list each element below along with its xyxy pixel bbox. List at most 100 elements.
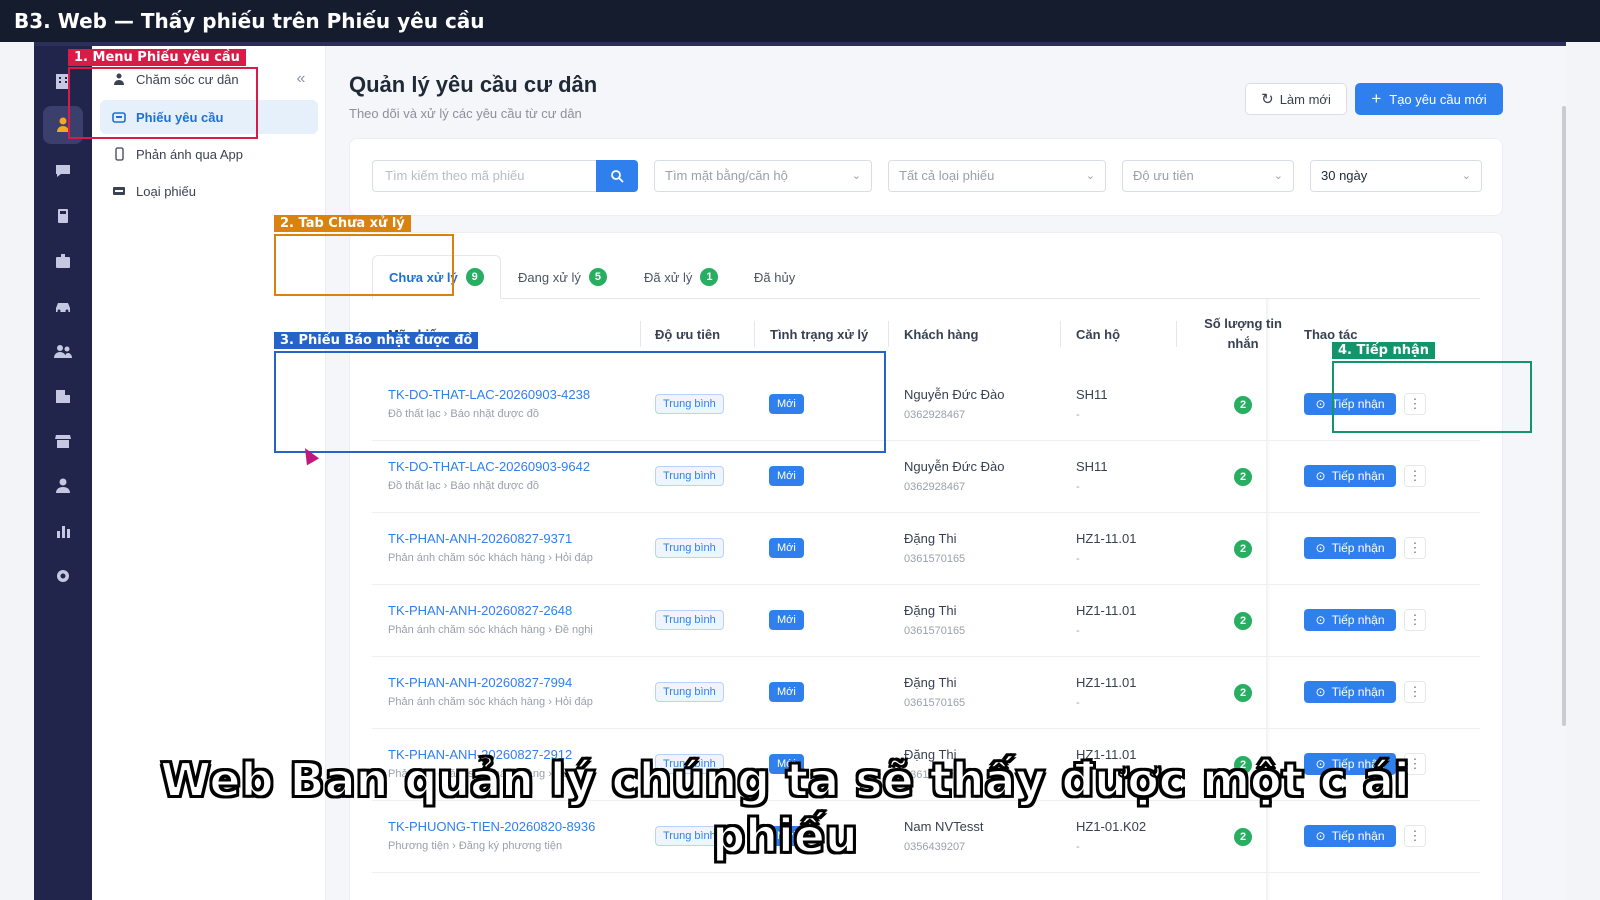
refresh-icon: ↻ — [1261, 91, 1274, 108]
customer-phone: 0361570165 — [904, 697, 966, 709]
submenu-item-label: Phản ánh qua App — [136, 146, 243, 162]
apartment-sub: - — [1076, 697, 1080, 709]
create-request-button[interactable]: + Tạo yêu cầu mới — [1355, 83, 1503, 115]
customer-name: Đặng Thi — [904, 675, 957, 690]
table-row[interactable]: TK-PHAN-ANH-20260827-9371 Phản ánh chăm … — [372, 513, 1480, 585]
refresh-button[interactable]: ↻ Làm mới — [1245, 83, 1347, 115]
chat-icon[interactable] — [43, 152, 83, 190]
chart-icon[interactable] — [43, 512, 83, 550]
users-icon[interactable] — [43, 332, 83, 370]
customer-name: Đặng Thi — [904, 603, 957, 618]
customer-name: Nguyễn Đức Đào — [904, 459, 1005, 474]
search-icon — [611, 170, 624, 183]
annotation-box-accept — [1332, 361, 1532, 433]
car-icon[interactable] — [43, 287, 83, 325]
phone-icon — [112, 147, 126, 161]
create-request-label: Tạo yêu cầu mới — [1389, 91, 1487, 107]
property-icon[interactable] — [43, 377, 83, 415]
more-options-icon[interactable]: ⋮ — [1404, 537, 1426, 559]
briefcase-icon[interactable] — [43, 242, 83, 280]
accept-button[interactable]: ⊙ Tiếp nhận — [1304, 537, 1396, 559]
ticket-type-select[interactable]: Tất cả loại phiếu ⌄ — [888, 160, 1106, 192]
message-count-badge: 2 — [1234, 684, 1252, 702]
status-badge: Mới — [769, 682, 804, 702]
video-caption: Web Ban quản lý chúng ta sẽ thấy được mộ… — [159, 752, 1410, 864]
more-options-icon[interactable]: ⋮ — [1404, 681, 1426, 703]
column-divider — [754, 321, 755, 347]
priority-badge: Trung bình — [655, 538, 724, 558]
gear-icon[interactable] — [43, 557, 83, 595]
customer-phone: 0361570165 — [904, 625, 966, 637]
search-button[interactable] — [596, 160, 638, 192]
accept-button[interactable]: ⊙ Tiếp nhận — [1304, 609, 1396, 631]
tab-count-badge: 5 — [588, 268, 607, 286]
submenu-item-app-feedback[interactable]: Phản ánh qua App — [100, 137, 318, 171]
more-options-icon[interactable]: ⋮ — [1404, 465, 1426, 487]
calculator-icon[interactable] — [43, 197, 83, 235]
customer-phone: 0361570165 — [904, 553, 966, 565]
tab-in-progress[interactable]: Đang xử lý 5 — [502, 255, 623, 299]
ticket-code-link[interactable]: TK-PHAN-ANH-20260827-9371 — [388, 531, 572, 546]
apartment-select-value: Tìm mặt bằng/căn hộ — [665, 168, 788, 183]
accept-button[interactable]: ⊙ Tiếp nhận — [1304, 465, 1396, 487]
filter-bar: Tìm kiếm theo mã phiếu Tìm mặt bằng/căn … — [349, 138, 1503, 216]
column-divider — [1060, 321, 1061, 347]
tab-label: Đang xử lý — [518, 269, 581, 285]
accept-button[interactable]: ⊙ Tiếp nhận — [1304, 681, 1396, 703]
apartment-code: SH11 — [1076, 459, 1108, 474]
tab-cancelled[interactable]: Đã hủy — [738, 255, 811, 299]
column-divider — [640, 321, 641, 347]
annotation-label-tab: 2. Tab Chưa xử lý — [274, 215, 411, 232]
annotation-label-accept: 4. Tiếp nhận — [1332, 342, 1436, 359]
accept-button-label: Tiếp nhận — [1331, 685, 1385, 699]
apartment-sub: - — [1076, 481, 1080, 493]
submenu-item-ticket-types[interactable]: Loại phiếu — [100, 174, 318, 208]
column-divider — [1176, 321, 1177, 347]
tab-label: Đã xử lý — [644, 269, 693, 285]
apartment-code: SH11 — [1076, 387, 1108, 402]
search-input[interactable]: Tìm kiếm theo mã phiếu — [372, 160, 598, 192]
priority-badge: Trung bình — [655, 682, 724, 702]
message-count-badge: 2 — [1234, 468, 1252, 486]
chevron-down-icon: ⌄ — [1085, 170, 1095, 182]
tab-count-badge: 1 — [700, 268, 719, 286]
period-select[interactable]: 30 ngày ⌄ — [1310, 160, 1482, 192]
ticket-type-select-value: Tất cả loại phiếu — [899, 168, 995, 183]
customer-phone: 0362928467 — [904, 481, 966, 493]
apartment-code: HZ1-11.01 — [1076, 603, 1137, 618]
page-subtitle: Theo dõi và xử lý các yêu cầu từ cư dân — [349, 106, 582, 121]
annotation-label-ticket: 3. Phiếu Báo nhặt được đồ — [274, 332, 479, 349]
tab-label: Đã hủy — [754, 269, 796, 285]
tab-done[interactable]: Đã xử lý 1 — [628, 255, 734, 299]
message-count-badge: 2 — [1234, 540, 1252, 558]
status-badge: Mới — [769, 466, 804, 486]
column-header-messages: Số lượng tin nhắn — [1204, 316, 1282, 351]
column-header-customer: Khách hàng — [904, 326, 979, 342]
message-count-badge: 2 — [1234, 612, 1252, 630]
status-badge: Mới — [769, 538, 804, 558]
column-divider — [888, 321, 889, 347]
scrollbar[interactable] — [1562, 106, 1566, 726]
chevron-down-icon: ⌄ — [851, 170, 861, 182]
play-circle-icon: ⊙ — [1315, 541, 1326, 555]
apartment-code: HZ1-11.01 — [1076, 531, 1137, 546]
apartment-sub: - — [1076, 553, 1080, 565]
column-header-apartment: Căn hộ — [1076, 326, 1121, 342]
ticket-code-link[interactable]: TK-PHAN-ANH-20260827-2648 — [388, 603, 572, 618]
tab-count-badge: 9 — [465, 268, 484, 286]
apartment-select[interactable]: Tìm mặt bằng/căn hộ ⌄ — [654, 160, 872, 192]
more-options-icon[interactable]: ⋮ — [1404, 609, 1426, 631]
store-icon[interactable] — [43, 422, 83, 460]
ticket-category: Phản ánh chăm sóc khách hàng › Hỏi đáp — [388, 552, 593, 564]
table-row[interactable]: TK-PHAN-ANH-20260827-2648 Phản ánh chăm … — [372, 585, 1480, 657]
ticket-code-link[interactable]: TK-DO-THAT-LAC-20260903-9642 — [388, 459, 590, 474]
annotation-label-menu: 1. Menu Phiếu yêu cầu — [68, 49, 246, 66]
video-title: B3. Web — Thấy phiếu trên Phiếu yêu cầu — [14, 9, 485, 33]
ticket-code-link[interactable]: TK-PHAN-ANH-20260827-7994 — [388, 675, 572, 690]
person-icon[interactable] — [43, 467, 83, 505]
table-row[interactable]: TK-PHAN-ANH-20260827-7994 Phản ánh chăm … — [372, 657, 1480, 729]
priority-select[interactable]: Độ ưu tiên ⌄ — [1122, 160, 1294, 192]
apartment-sub: - — [1076, 625, 1080, 637]
play-circle-icon: ⊙ — [1315, 469, 1326, 483]
apartment-code: HZ1-11.01 — [1076, 675, 1137, 690]
